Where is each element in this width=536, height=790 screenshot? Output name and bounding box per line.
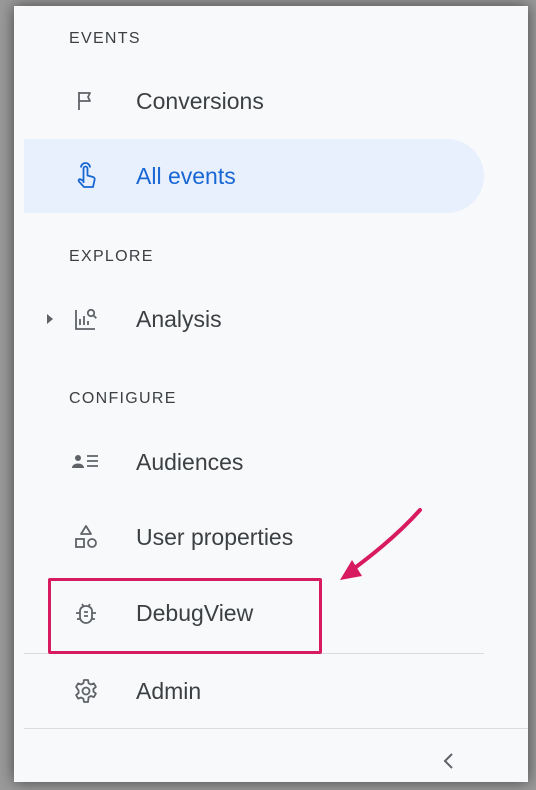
nav-label-debugview: DebugView bbox=[136, 599, 254, 626]
nav-item-audiences[interactable]: Audiences bbox=[24, 425, 484, 499]
touch-icon bbox=[72, 162, 100, 190]
nav-item-analysis[interactable]: Analysis bbox=[24, 282, 484, 356]
nav-item-conversions[interactable]: Conversions bbox=[24, 64, 484, 138]
flag-icon bbox=[72, 87, 100, 115]
nav-item-all-events[interactable]: All events bbox=[24, 139, 484, 213]
nav-label-user-properties: User properties bbox=[136, 523, 294, 550]
section-label-explore: EXPLORE bbox=[69, 248, 154, 265]
nav-label-conversions: Conversions bbox=[136, 87, 264, 114]
nav-item-admin[interactable]: Admin bbox=[24, 654, 484, 728]
analysis-icon bbox=[72, 305, 100, 333]
nav-label-audiences: Audiences bbox=[136, 448, 244, 475]
bottom-divider bbox=[24, 728, 528, 729]
bug-icon bbox=[72, 599, 100, 627]
section-label-events: EVENTS bbox=[69, 30, 141, 47]
nav-label-all-events: All events bbox=[136, 162, 236, 189]
sidebar-nav: EVENTS Conversions All events EXPLORE An… bbox=[24, 6, 528, 782]
gear-icon bbox=[72, 677, 100, 705]
screenshot-frame: EVENTS Conversions All events EXPLORE An… bbox=[14, 6, 528, 782]
nav-item-debugview[interactable]: DebugView bbox=[24, 576, 484, 650]
shapes-icon bbox=[72, 523, 100, 551]
nav-label-analysis: Analysis bbox=[136, 305, 222, 332]
audience-list-icon bbox=[72, 448, 100, 476]
nav-item-user-properties[interactable]: User properties bbox=[24, 500, 484, 574]
section-label-configure: CONFIGURE bbox=[69, 390, 177, 407]
nav-label-admin: Admin bbox=[136, 677, 202, 704]
expand-arrow-icon[interactable] bbox=[46, 313, 56, 325]
collapse-sidebar-button[interactable] bbox=[434, 748, 464, 778]
chevron-left-icon bbox=[442, 752, 456, 775]
